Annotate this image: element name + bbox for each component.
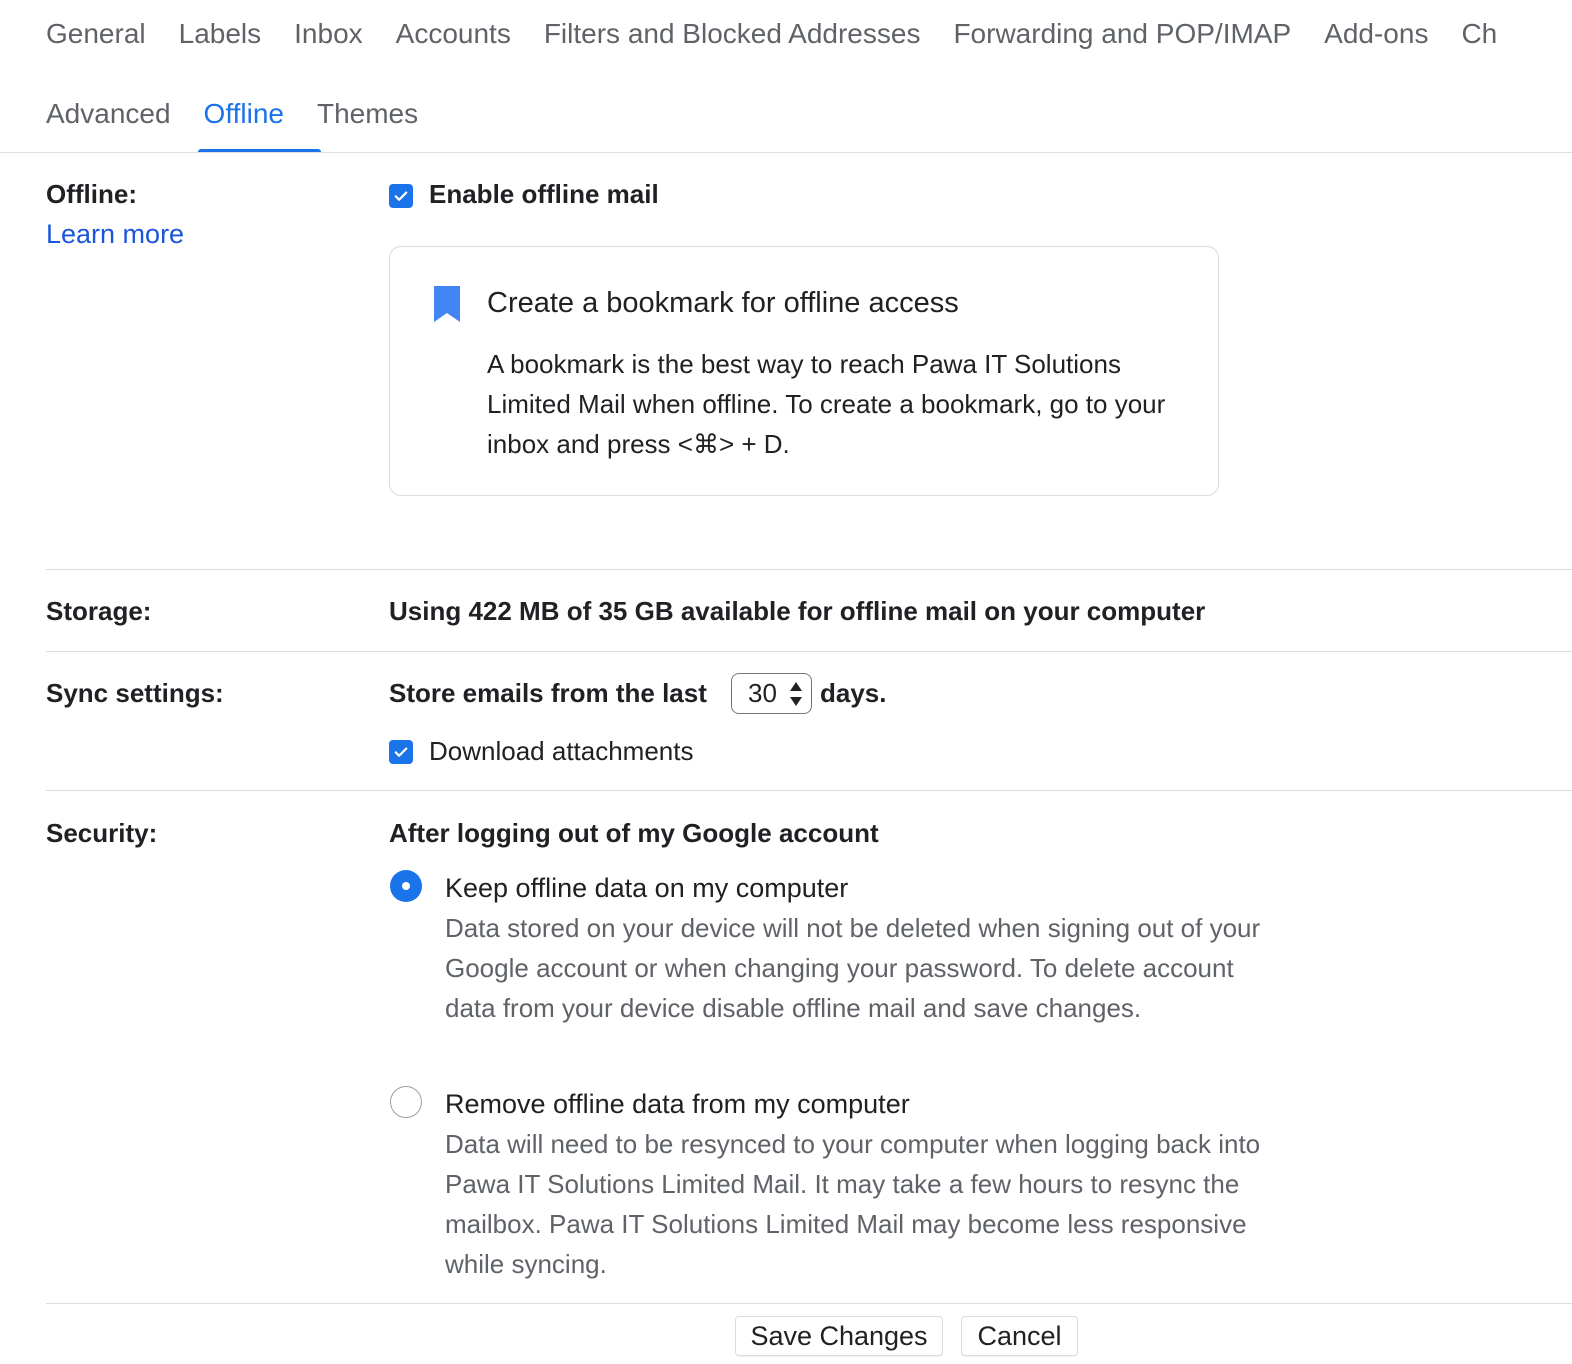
download-attachments-checkbox[interactable] (389, 740, 413, 764)
tab-advanced[interactable]: Advanced (46, 94, 171, 134)
cancel-button[interactable]: Cancel (961, 1316, 1078, 1356)
learn-more-link[interactable]: Learn more (46, 216, 184, 252)
tab-chat[interactable]: Ch (1461, 14, 1497, 54)
section-divider (46, 790, 1572, 791)
bookmark-icon (434, 286, 460, 322)
keep-offline-data-radio[interactable] (390, 870, 422, 902)
tab-forwarding[interactable]: Forwarding and POP/IMAP (953, 14, 1291, 54)
keep-offline-data-label[interactable]: Keep offline data on my computer (445, 870, 848, 906)
offline-label: Offline: (46, 179, 137, 209)
keep-offline-data-desc: Data stored on your device will not be d… (445, 913, 1261, 1023)
tab-inbox[interactable]: Inbox (294, 14, 363, 54)
tab-themes[interactable]: Themes (317, 94, 418, 134)
tab-general[interactable]: General (46, 14, 146, 54)
sync-days-stepper[interactable]: 30 (731, 673, 812, 714)
tab-offline[interactable]: Offline (204, 94, 284, 134)
enable-offline-checkbox[interactable] (389, 184, 413, 208)
save-changes-button[interactable]: Save Changes (735, 1316, 943, 1356)
section-divider (46, 569, 1572, 570)
bookmark-card-title: Create a bookmark for offline access (487, 287, 959, 319)
section-divider (46, 651, 1572, 652)
tab-labels[interactable]: Labels (179, 14, 262, 54)
security-heading: After logging out of my Google account (389, 818, 879, 848)
section-divider (46, 1303, 1572, 1304)
sync-suffix-text: days. (820, 678, 887, 708)
remove-offline-data-radio[interactable] (390, 1086, 422, 1118)
download-attachments-label[interactable]: Download attachments (429, 733, 693, 769)
sync-prefix-text: Store emails from the last (389, 678, 707, 708)
tab-add-ons[interactable]: Add-ons (1324, 14, 1428, 54)
settings-tabs-row-1: General Labels Inbox Accounts Filters an… (46, 14, 1530, 54)
remove-offline-data-desc: Data will need to be resynced to your co… (445, 1129, 1261, 1279)
storage-usage-text: Using 422 MB of 35 GB available for offl… (389, 596, 1206, 626)
tab-filters[interactable]: Filters and Blocked Addresses (544, 14, 921, 54)
checkmark-icon (394, 747, 408, 757)
tab-accounts[interactable]: Accounts (396, 14, 511, 54)
storage-label: Storage: (46, 596, 152, 626)
bookmark-card-body: A bookmark is the best way to reach Pawa… (487, 349, 1166, 459)
stepper-arrows-icon[interactable] (789, 679, 803, 709)
settings-tabs-row-2: Advanced Offline Themes (46, 94, 451, 134)
sync-settings-label: Sync settings: (46, 678, 224, 708)
enable-offline-label[interactable]: Enable offline mail (429, 176, 659, 212)
tabs-divider (0, 152, 1572, 153)
sync-days-value: 30 (748, 678, 777, 708)
security-label: Security: (46, 818, 158, 848)
checkmark-icon (394, 191, 408, 201)
remove-offline-data-label[interactable]: Remove offline data from my computer (445, 1086, 910, 1122)
